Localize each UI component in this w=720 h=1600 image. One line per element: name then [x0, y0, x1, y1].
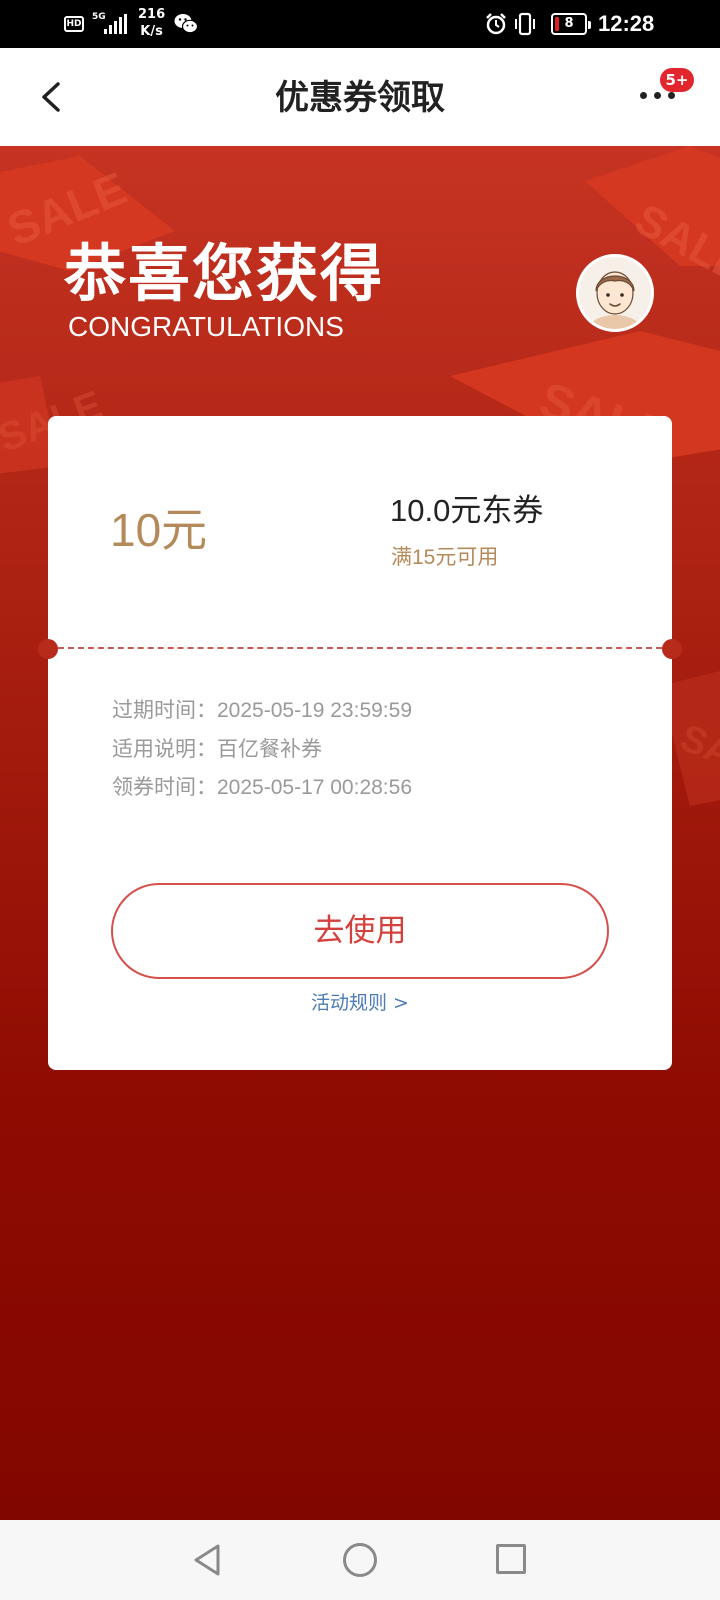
- coupon-name: 10.0元东券: [390, 493, 544, 528]
- coupon-amount: 10元: [110, 504, 208, 556]
- activity-rules-link[interactable]: 活动规则 >: [48, 988, 672, 1018]
- info-label: 适用说明：: [112, 738, 217, 761]
- info-label: 领券时间：: [112, 776, 217, 799]
- coupon-card: 10元 10.0元东券 满15元可用 过期时间：2025-05-19 23:59…: [38, 416, 682, 1070]
- coupon-page: SALE SALE SALE SALE SALE 恭喜您获得 CONGRATUL…: [0, 146, 720, 1520]
- alarm-icon: [486, 13, 506, 35]
- avatar-icon: [579, 257, 651, 329]
- network-speed-value: 216: [138, 7, 166, 22]
- hd-icon: HD: [64, 16, 84, 32]
- battery-level: 8: [564, 16, 574, 31]
- wechat-icon: [174, 14, 198, 34]
- nav-back-icon[interactable]: [190, 1542, 224, 1578]
- nav-recent-apps-icon[interactable]: [496, 1544, 526, 1574]
- coupon-divider: [58, 647, 662, 649]
- usage-note-row: 适用说明：百亿餐补券: [112, 736, 322, 764]
- system-nav-bar: [0, 1520, 720, 1600]
- vibrate-icon: [515, 12, 535, 36]
- avatar: [576, 254, 654, 332]
- signal-icon: [104, 14, 128, 34]
- clock: 12:28: [598, 11, 655, 36]
- info-label: 过期时间：: [112, 699, 217, 722]
- congrats-subtitle: CONGRATULATIONS: [68, 311, 344, 342]
- nav-bar: 优惠券领取 5+: [0, 48, 720, 146]
- claim-time-row: 领券时间：2025-05-17 00:28:56: [112, 774, 412, 802]
- page-title: 优惠券领取: [275, 78, 445, 118]
- info-value: 2025-05-19 23:59:59: [217, 699, 412, 722]
- info-value: 百亿餐补券: [217, 738, 322, 761]
- use-coupon-button[interactable]: 去使用: [111, 883, 609, 979]
- congrats-title: 恭喜您获得: [64, 237, 385, 310]
- info-value: 2025-05-17 00:28:56: [217, 776, 412, 799]
- network-speed: 216 K/s: [138, 6, 165, 40]
- more-icon: [640, 92, 647, 99]
- battery-icon: 8: [551, 13, 591, 35]
- status-bar: HD 5G 216 K/s 8 12:28: [0, 0, 720, 48]
- notification-badge: 5+: [660, 68, 694, 92]
- coupon-notch-left: [38, 639, 58, 659]
- expire-time-row: 过期时间：2025-05-19 23:59:59: [112, 697, 412, 725]
- nav-home-icon[interactable]: [343, 1543, 377, 1577]
- coupon-condition: 满15元可用: [391, 546, 499, 569]
- network-speed-unit: K/s: [140, 24, 163, 39]
- coupon-notch-right: [662, 639, 682, 659]
